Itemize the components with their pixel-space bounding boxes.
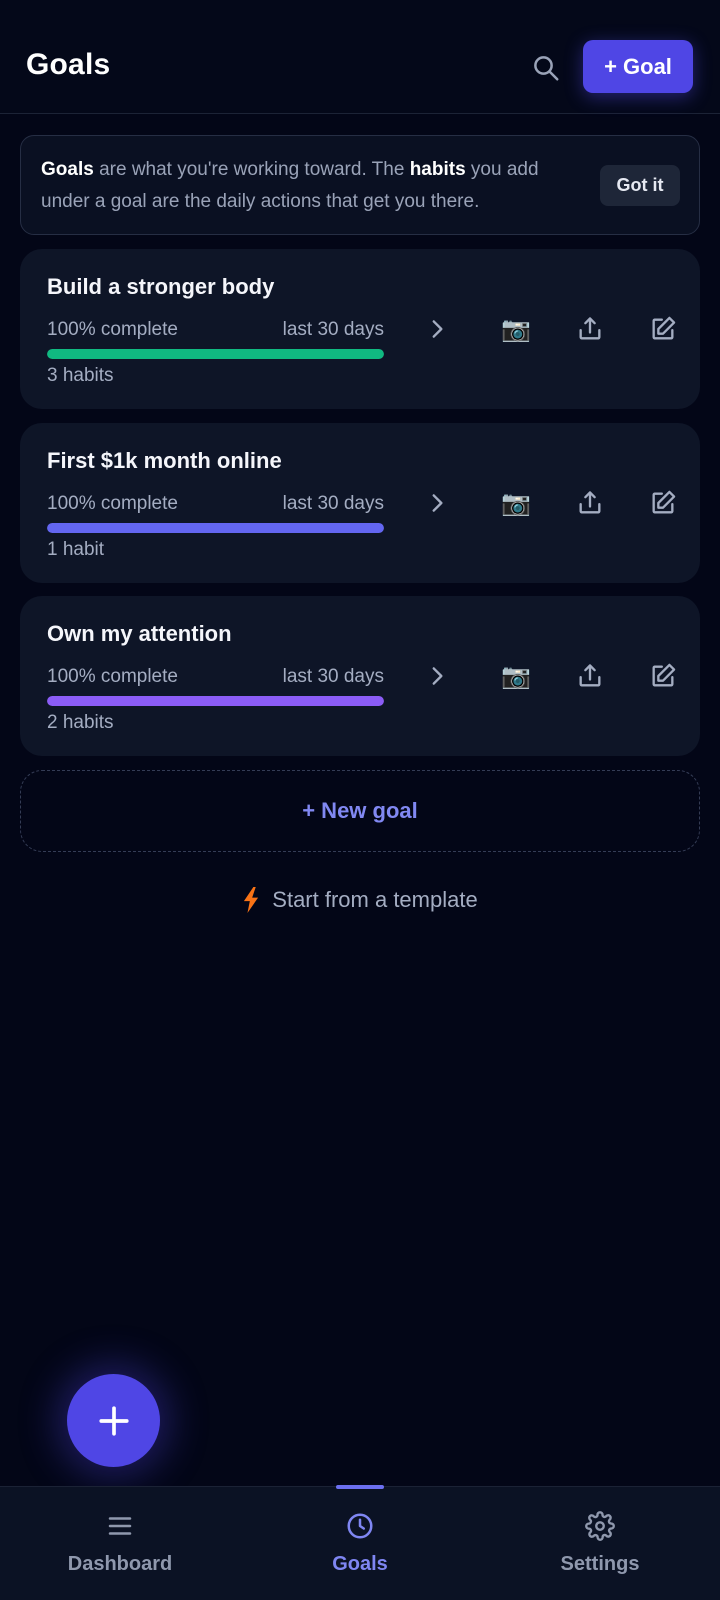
share-button[interactable] [572,485,608,521]
camera-icon[interactable]: 📷 [498,311,534,347]
nav-label: Dashboard [67,1553,173,1575]
chevron-right-icon [432,320,443,338]
chevron-right-icon [432,667,443,685]
open-goal-button[interactable] [419,485,455,521]
goal-progress-fill [47,349,384,359]
menu-icon [108,1517,132,1535]
goal-card[interactable]: Own my attention 100% complete last 30 d… [20,596,700,756]
share-icon [579,317,601,340]
nav-dashboard[interactable]: Dashboard [0,1487,240,1600]
edit-button[interactable] [645,658,681,694]
info-banner: Goals are what you're working toward. Th… [20,135,700,235]
share-icon [579,491,601,514]
goal-progress-bar [47,523,384,533]
goal-progress-label: 100% complete [47,319,178,340]
add-goal-button[interactable]: + Goal [583,40,693,93]
nav-label: Goals [332,1553,388,1575]
got-it-button[interactable]: Got it [600,165,680,206]
goal-progress-fill [47,523,384,533]
plus-icon [98,1405,129,1436]
goal-title: Own my attention [47,621,232,646]
camera-icon[interactable]: 📷 [498,485,534,521]
goal-card[interactable]: First $1k month online 100% complete las… [20,423,700,583]
goal-progress-bar [47,349,384,359]
template-label: Start from a template [272,887,478,912]
edit-icon [652,490,676,514]
clock-icon [347,1513,373,1539]
goal-title: Build a stronger body [47,274,275,299]
gear-icon [585,1511,615,1541]
share-button[interactable] [572,311,608,347]
goal-progress-fill [47,696,384,706]
new-goal-button[interactable]: + New goal [20,770,700,852]
goal-period: last 30 days [282,493,384,514]
info-text-part-1: are what you're working toward. The [93,159,410,180]
info-strong-habits: habits [409,159,466,180]
edit-icon [652,663,676,687]
goal-period: last 30 days [282,666,384,687]
start-from-template-link[interactable]: Start from a template [0,880,720,920]
goal-progress-bar [47,696,384,706]
nav-goals[interactable]: Goals [240,1487,480,1600]
goal-card[interactable]: Build a stronger body 100% complete last… [20,249,700,409]
goal-habit-count: 3 habits [47,365,114,386]
camera-icon[interactable]: 📷 [498,658,534,694]
info-strong-goals: Goals [41,159,94,180]
goal-habit-count: 1 habit [47,539,105,560]
search-button[interactable] [528,50,564,86]
bottom-nav: Dashboard Goals Settings [0,1485,720,1600]
goal-progress-label: 100% complete [47,666,178,687]
goal-progress-label: 100% complete [47,493,178,514]
lightning-icon [244,887,259,913]
search-icon [534,56,559,81]
chevron-right-icon [432,494,443,512]
share-button[interactable] [572,658,608,694]
top-bar: Goals + Goal [0,0,720,114]
goal-habit-count: 2 habits [47,712,114,733]
goal-title: First $1k month online [47,448,282,473]
open-goal-button[interactable] [419,311,455,347]
edit-button[interactable] [645,485,681,521]
floating-add-button[interactable] [67,1374,160,1467]
edit-icon [652,316,676,340]
nav-label: Settings [560,1553,640,1575]
edit-button[interactable] [645,311,681,347]
goals-screen: Goals + Goal Goals are what you're worki… [0,0,720,1600]
goal-period: last 30 days [282,319,384,340]
page-title: Goals [26,48,111,81]
info-banner-text: Goals are what you're working toward. Th… [41,154,581,218]
share-icon [579,664,601,687]
nav-settings[interactable]: Settings [480,1487,720,1600]
open-goal-button[interactable] [419,658,455,694]
